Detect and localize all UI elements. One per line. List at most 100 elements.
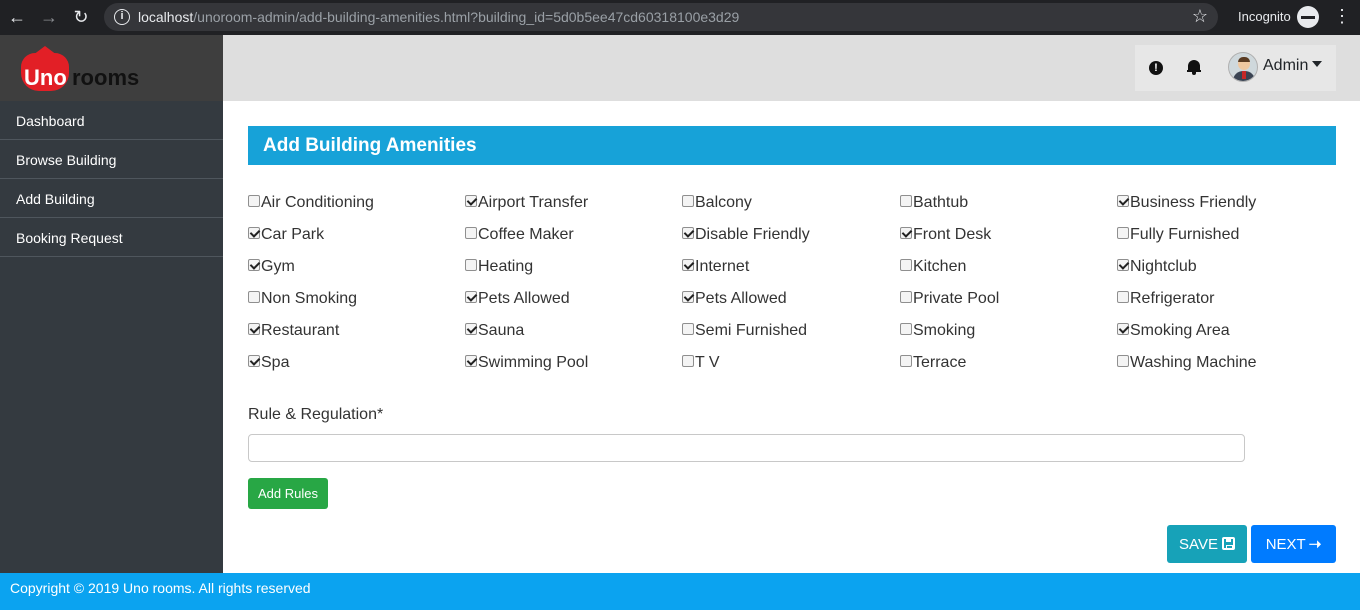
url-text: localhost/unoroom-admin/add-building-ame… (138, 9, 740, 25)
next-button[interactable]: NEXT ➝ (1251, 525, 1336, 563)
checkbox-box[interactable] (465, 355, 477, 367)
checkbox-box[interactable] (900, 195, 912, 207)
browser-toolbar: ← → ↻ i localhost/unoroom-admin/add-buil… (0, 0, 1360, 35)
sidebar-item-add-building[interactable]: Add Building (0, 179, 223, 218)
save-button[interactable]: SAVE (1167, 525, 1247, 563)
amenity-checkbox[interactable]: Fully Furnished (1117, 226, 1239, 244)
amenity-checkbox[interactable]: Smoking (900, 322, 975, 340)
checkbox-box[interactable] (1117, 355, 1129, 367)
incognito-icon (1297, 6, 1319, 28)
checkbox-box[interactable] (465, 227, 477, 239)
checkbox-box[interactable] (1117, 291, 1129, 303)
amenity-checkbox[interactable]: Heating (465, 258, 533, 276)
site-info-icon[interactable]: i (114, 9, 130, 25)
amenity-checkbox[interactable]: Semi Furnished (682, 322, 807, 340)
checkbox-box[interactable] (248, 259, 260, 271)
checkbox-box[interactable] (900, 355, 912, 367)
address-bar[interactable]: i localhost/unoroom-admin/add-building-a… (104, 3, 1218, 31)
checkbox-box[interactable] (900, 259, 912, 271)
amenity-checkbox[interactable]: Restaurant (248, 322, 339, 340)
amenity-label: T V (695, 354, 720, 371)
amenity-label: Internet (695, 258, 750, 275)
checkbox-box[interactable] (1117, 259, 1129, 271)
rule-regulation-label: Rule & Regulation* (248, 406, 384, 423)
checkbox-box[interactable] (248, 195, 260, 207)
amenity-checkbox[interactable]: Private Pool (900, 290, 999, 308)
amenity-checkbox[interactable]: Air Conditioning (248, 194, 374, 212)
checkbox-box[interactable] (248, 323, 260, 335)
amenity-checkbox[interactable]: Coffee Maker (465, 226, 574, 244)
amenity-checkbox[interactable]: Washing Machine (1117, 354, 1257, 372)
amenities-row: Non Smoking Pets Allowed Pets Allowed Pr… (248, 282, 1336, 314)
amenity-label: Business Friendly (1130, 194, 1257, 211)
amenity-checkbox[interactable]: Terrace (900, 354, 966, 372)
checkbox-box[interactable] (1117, 227, 1129, 239)
amenity-label: Disable Friendly (695, 226, 810, 243)
checkbox-box[interactable] (1117, 195, 1129, 207)
checkbox-box[interactable] (682, 291, 694, 303)
bookmark-star-icon[interactable]: ☆ (1192, 6, 1208, 27)
amenities-row: Air Conditioning Airport Transfer Balcon… (248, 186, 1336, 218)
checkbox-box[interactable] (900, 323, 912, 335)
checkbox-box[interactable] (682, 323, 694, 335)
amenity-checkbox[interactable]: Refrigerator (1117, 290, 1214, 308)
checkbox-box[interactable] (465, 291, 477, 303)
amenity-checkbox[interactable]: Bathtub (900, 194, 968, 212)
amenity-label: Swimming Pool (478, 354, 589, 371)
sidebar-nav: Dashboard Browse Building Add Building B… (0, 101, 223, 257)
avatar[interactable] (1228, 52, 1258, 82)
checkbox-box[interactable] (682, 355, 694, 367)
amenity-checkbox[interactable]: Smoking Area (1117, 322, 1230, 340)
amenity-checkbox[interactable]: Pets Allowed (465, 290, 570, 308)
reload-icon[interactable]: ↻ (70, 6, 92, 28)
amenity-checkbox[interactable]: Kitchen (900, 258, 966, 276)
sidebar-item-dashboard[interactable]: Dashboard (0, 101, 223, 140)
amenities-row: Restaurant Sauna Semi Furnished Smoking … (248, 314, 1336, 346)
add-rules-button[interactable]: Add Rules (248, 478, 328, 509)
amenity-checkbox[interactable]: Disable Friendly (682, 226, 810, 244)
amenity-checkbox[interactable]: Gym (248, 258, 295, 276)
rule-regulation-input[interactable] (248, 434, 1245, 462)
sidebar-item-booking-request[interactable]: Booking Request (0, 218, 223, 257)
amenity-checkbox[interactable]: Non Smoking (248, 290, 357, 308)
brand-logo[interactable]: Uno rooms (0, 35, 223, 101)
checkbox-box[interactable] (465, 323, 477, 335)
amenity-checkbox[interactable]: Business Friendly (1117, 194, 1256, 212)
amenity-checkbox[interactable]: Nightclub (1117, 258, 1197, 276)
sidebar-item-browse-building[interactable]: Browse Building (0, 140, 223, 179)
amenity-checkbox[interactable]: Sauna (465, 322, 524, 340)
checkbox-box[interactable] (248, 227, 260, 239)
alert-icon[interactable]: ! (1149, 61, 1163, 75)
menu-kebab-icon[interactable]: ⋮ (1333, 6, 1351, 27)
amenity-label: Balcony (695, 194, 752, 211)
bell-icon[interactable] (1187, 60, 1201, 75)
checkbox-box[interactable] (682, 195, 694, 207)
user-menu-toggle[interactable]: Admin (1263, 57, 1323, 75)
checkbox-box[interactable] (900, 227, 912, 239)
forward-arrow-icon[interactable]: → (38, 6, 60, 28)
amenity-checkbox[interactable]: Airport Transfer (465, 194, 588, 212)
amenity-label: Smoking (913, 322, 976, 339)
amenity-label: Spa (261, 354, 290, 371)
checkbox-box[interactable] (248, 355, 260, 367)
amenity-checkbox[interactable]: Pets Allowed (682, 290, 787, 308)
checkbox-box[interactable] (900, 291, 912, 303)
checkbox-box[interactable] (465, 195, 477, 207)
amenity-label: Fully Furnished (1130, 226, 1240, 243)
amenity-checkbox[interactable]: Swimming Pool (465, 354, 588, 372)
floppy-disk-icon (1221, 536, 1235, 550)
back-arrow-icon[interactable]: ← (6, 6, 28, 28)
amenity-checkbox[interactable]: T V (682, 354, 720, 372)
amenity-checkbox[interactable]: Front Desk (900, 226, 991, 244)
checkbox-box[interactable] (465, 259, 477, 271)
checkbox-box[interactable] (682, 227, 694, 239)
amenity-checkbox[interactable]: Car Park (248, 226, 324, 244)
checkbox-box[interactable] (682, 259, 694, 271)
amenity-checkbox[interactable]: Internet (682, 258, 749, 276)
amenity-checkbox[interactable]: Spa (248, 354, 289, 372)
checkbox-box[interactable] (1117, 323, 1129, 335)
amenities-row: Car Park Coffee Maker Disable Friendly F… (248, 218, 1336, 250)
amenity-label: Nightclub (1130, 258, 1197, 275)
checkbox-box[interactable] (248, 291, 260, 303)
amenity-checkbox[interactable]: Balcony (682, 194, 752, 212)
